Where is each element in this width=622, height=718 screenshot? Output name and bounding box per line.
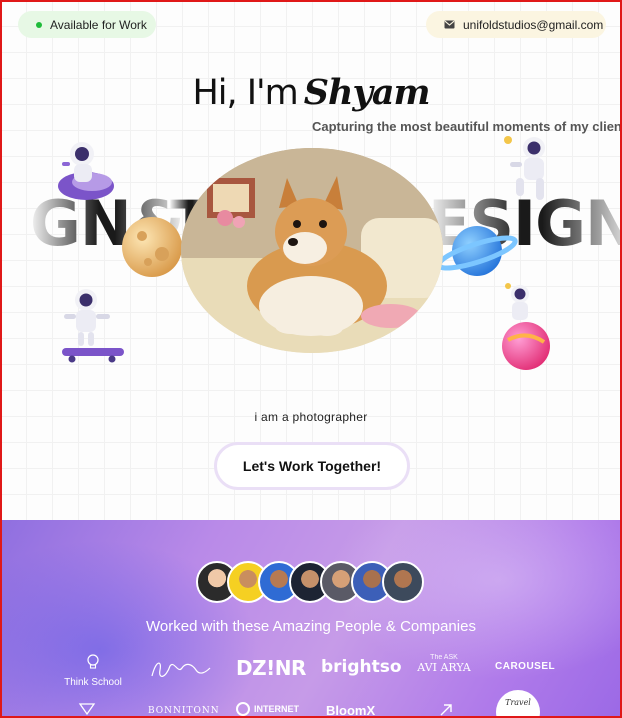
arrow-logo-icon	[440, 704, 452, 716]
think-school-label: Think School	[64, 677, 122, 688]
ask-avi-arya-small-label: The ASK	[430, 654, 458, 661]
astronaut-balloon-icon	[502, 283, 550, 370]
astronaut-skateboard-icon	[62, 289, 124, 363]
client-logos: Think School DZ!NR brightso The ASK AVI …	[0, 648, 622, 718]
internet-logo: INTERNET	[236, 702, 299, 716]
carousel-logo: CAROUSEL	[495, 661, 556, 672]
astronaut-rocket-icon	[58, 142, 114, 200]
bloomx-logo: BloomX	[326, 703, 376, 718]
brightso-logo: brightso	[321, 657, 402, 677]
avatar[interactable]	[382, 561, 424, 603]
dzinr-logo: DZ!NR	[236, 656, 306, 680]
bonnitonn-logo: BONNITONN	[148, 706, 220, 716]
shield-logo-icon	[78, 703, 96, 716]
status-dot-icon	[36, 21, 42, 28]
signature-logo	[151, 662, 211, 677]
blue-planet-icon	[437, 226, 518, 276]
greeting-text: Hi, I'm	[192, 73, 298, 113]
ask-avi-arya-logo: The ASK AVI ARYA	[408, 654, 480, 674]
dog-photo-image	[181, 148, 443, 353]
profile-photo	[181, 148, 443, 353]
ask-avi-arya-label: AVI ARYA	[417, 661, 471, 674]
tagline: Capturing the most beautiful moments of …	[312, 119, 622, 134]
availability-label: Available for Work	[50, 17, 147, 32]
travel-label: Travel	[505, 698, 531, 707]
lightbulb-icon	[87, 654, 99, 669]
globe-icon	[236, 702, 250, 716]
role-subtitle: i am a photographer	[254, 410, 368, 424]
work-together-button[interactable]: Let's Work Together!	[214, 442, 410, 490]
travel-logo: Travel	[496, 690, 540, 718]
clients-heading: Worked with these Amazing People & Compa…	[146, 618, 476, 635]
mail-icon	[444, 20, 455, 29]
email-link[interactable]: unifoldstudios@gmail.com	[426, 11, 606, 38]
astronaut-floating-icon	[504, 136, 545, 200]
moon-planet-icon	[122, 217, 182, 277]
internet-label: INTERNET	[254, 704, 299, 714]
clients-section: Worked with these Amazing People & Compa…	[0, 520, 622, 718]
availability-badge: Available for Work	[18, 11, 156, 38]
page-title: Hi, I'm Shyam	[0, 72, 622, 113]
hero-section: Available for Work unifoldstudios@gmail.…	[0, 0, 622, 520]
think-school-logo: Think School	[62, 654, 124, 690]
email-label: unifoldstudios@gmail.com	[463, 17, 604, 32]
owner-name: Shyam	[303, 72, 431, 113]
